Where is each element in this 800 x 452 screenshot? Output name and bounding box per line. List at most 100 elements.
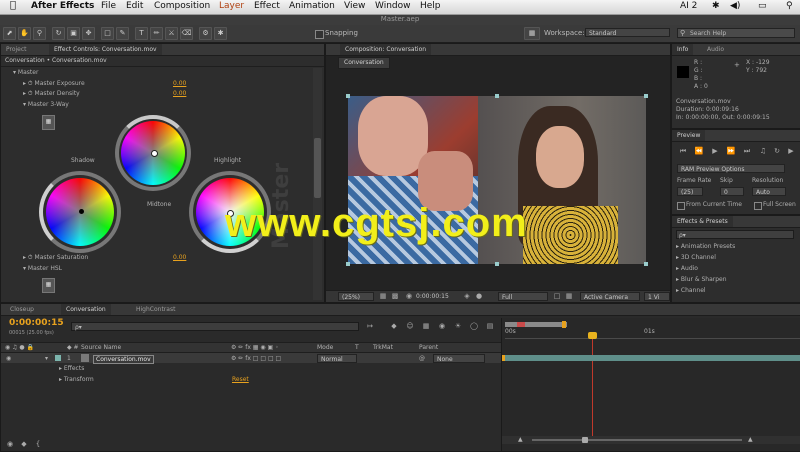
timeline-graph[interactable]: 00s 01s ▲ ▲ xyxy=(501,318,800,451)
pen-tool-icon[interactable]: ✎ xyxy=(116,27,129,40)
mute-audio-icon[interactable]: ♫ xyxy=(758,147,768,156)
timeline-search-input[interactable]: ρ▾ xyxy=(71,322,359,331)
tab-conversation[interactable]: Conversation xyxy=(61,304,111,315)
clone-stamp-tool-icon[interactable]: ⚔ xyxy=(165,27,178,40)
view-layout-select[interactable]: 1 Vi xyxy=(644,292,670,301)
grid-icon[interactable]: ▦ xyxy=(378,292,388,301)
calculator-icon[interactable]: ▦ xyxy=(42,115,55,130)
menu-help[interactable]: Help xyxy=(420,1,441,11)
brainstorm-icon[interactable]: ☀ xyxy=(453,322,463,331)
midtone-handle[interactable] xyxy=(151,150,158,157)
toggle-switches-icon[interactable]: ◉ xyxy=(5,440,15,449)
layer-row[interactable]: ◉ ▾ 1 Conversation.mov ⚙ ✏ fx □ □ □ □ No… xyxy=(1,353,501,364)
left-panel-scrollbar[interactable] xyxy=(313,68,322,300)
master-density-value[interactable]: 0.00 xyxy=(173,90,186,97)
midtone-wheel[interactable] xyxy=(121,121,185,185)
snapshot-camera-icon[interactable]: ◉ xyxy=(404,292,414,301)
layer-visibility-icon[interactable]: ◉ xyxy=(6,355,11,362)
brush-tool-icon[interactable]: ✏ xyxy=(150,27,163,40)
rectangle-tool-icon[interactable]: □ xyxy=(101,27,114,40)
parent-pickwhip-icon[interactable]: @ xyxy=(419,355,425,362)
layer-duration-bar[interactable] xyxy=(505,355,800,361)
auto-keyframe-icon[interactable]: ◯ xyxy=(469,322,479,331)
left-panel-scroll-thumb[interactable] xyxy=(314,138,321,198)
pan-behind-tool-icon[interactable]: ✥ xyxy=(82,27,95,40)
section-master-hsl[interactable]: ▾ Master HSL xyxy=(23,265,62,272)
zoom-in-icon[interactable]: ▲ xyxy=(748,436,753,443)
comp-mini-flowchart-icon[interactable]: ↦ xyxy=(365,322,375,331)
master-exposure-value[interactable]: 0.00 xyxy=(173,80,186,87)
ram-preview-icon[interactable]: ▶ xyxy=(786,147,796,156)
col-source-name[interactable]: Source Name xyxy=(81,344,121,351)
hand-tool-icon[interactable]: ✋ xyxy=(18,27,31,40)
master-saturation-value[interactable]: 0.00 xyxy=(173,254,186,261)
frame-rate-select[interactable]: (25) xyxy=(677,187,703,196)
menu-edit[interactable]: Edit xyxy=(126,1,143,11)
snapping-checkbox[interactable] xyxy=(315,30,324,39)
tab-effect-controls[interactable]: Effect Controls: Conversation.mov xyxy=(49,44,162,55)
transform-group[interactable]: ▸ Transform xyxy=(59,376,94,383)
shadow-handle[interactable] xyxy=(79,209,84,214)
transparency-grid-icon[interactable]: ▦ xyxy=(564,292,574,301)
workspace-icon[interactable]: ▦ xyxy=(524,27,540,40)
handle-tc[interactable] xyxy=(495,94,499,98)
puppet-tool-icon[interactable]: ✱ xyxy=(214,27,227,40)
rotate-tool-icon[interactable]: ↻ xyxy=(52,27,65,40)
next-frame-icon[interactable]: ⏩ xyxy=(726,147,736,156)
search-icon[interactable]: ⚲ xyxy=(786,1,793,11)
resolution-select[interactable]: Full xyxy=(498,292,548,301)
layer-mode-select[interactable]: Normal xyxy=(317,354,357,363)
selection-tool-icon[interactable]: ⬈ xyxy=(3,27,16,40)
calculator-icon-hsl[interactable]: ▦ xyxy=(42,278,55,293)
effects-item-animation-presets[interactable]: ▸ Animation Presets xyxy=(676,243,735,250)
zoom-slider-thumb[interactable] xyxy=(582,437,588,443)
play-icon[interactable]: ▶ xyxy=(710,147,720,156)
layer-label-color[interactable] xyxy=(55,355,61,361)
region-of-interest-icon[interactable]: □ xyxy=(552,292,562,301)
motion-blur-icon[interactable]: ◉ xyxy=(437,322,447,331)
toggle-in-out-icon[interactable]: { xyxy=(33,440,43,449)
tab-effects-presets[interactable]: Effects & Presets xyxy=(672,216,733,227)
type-tool-icon[interactable]: T xyxy=(135,27,148,40)
bluetooth-icon[interactable]: ✱ xyxy=(712,1,720,11)
skip-select[interactable]: 0 xyxy=(720,187,744,196)
volume-icon[interactable]: ◀) xyxy=(730,1,740,11)
frame-blending-icon[interactable]: ▦ xyxy=(421,322,431,331)
first-frame-icon[interactable]: ⏮ xyxy=(678,147,688,156)
menu-effect[interactable]: Effect xyxy=(254,1,280,11)
draft-3d-icon[interactable]: ◆ xyxy=(389,322,399,331)
handle-tr[interactable] xyxy=(644,94,648,98)
from-current-checkbox[interactable] xyxy=(677,202,685,210)
workspace-select[interactable]: Standard xyxy=(585,28,670,37)
camera-tool-icon[interactable]: ▣ xyxy=(67,27,80,40)
shadow-wheel[interactable] xyxy=(46,178,114,246)
tab-closeup[interactable]: Closeup xyxy=(5,304,39,315)
work-area-bar[interactable] xyxy=(505,322,567,327)
comp-sub-tab[interactable]: Conversation xyxy=(338,57,390,69)
ram-preview-options-select[interactable]: RAM Preview Options xyxy=(677,164,785,173)
section-master-3way[interactable]: ▾ Master 3-Way xyxy=(23,101,69,108)
prev-frame-icon[interactable]: ⏪ xyxy=(694,147,704,156)
current-time-indicator[interactable] xyxy=(592,333,593,438)
handle-br[interactable] xyxy=(644,262,648,266)
roto-brush-tool-icon[interactable]: ⚙ xyxy=(199,27,212,40)
menu-composition[interactable]: Composition xyxy=(154,1,210,11)
menu-file[interactable]: File xyxy=(101,1,116,11)
handle-bc[interactable] xyxy=(495,262,499,266)
handle-bl[interactable] xyxy=(346,262,350,266)
col-t[interactable]: T xyxy=(355,344,359,351)
full-screen-checkbox[interactable] xyxy=(754,202,762,210)
handle-tl[interactable] xyxy=(346,94,350,98)
layer-expand-icon[interactable]: ▾ xyxy=(45,355,48,362)
tab-info[interactable]: Info xyxy=(672,44,694,55)
transform-reset-link[interactable]: Reset xyxy=(232,376,249,383)
playhead-handle[interactable] xyxy=(588,332,597,339)
graph-editor-icon[interactable]: ▤ xyxy=(485,322,495,331)
camera-select[interactable]: Active Camera xyxy=(580,292,640,301)
tab-audio[interactable]: Audio xyxy=(702,44,729,55)
work-area-end[interactable] xyxy=(562,321,566,328)
menu-layer[interactable]: Layer xyxy=(219,1,244,11)
zoom-tool-icon[interactable]: ⚲ xyxy=(33,27,46,40)
layer-switches[interactable]: ⚙ ✏ fx □ □ □ □ xyxy=(231,355,281,362)
section-master[interactable]: ▾ Master xyxy=(13,69,38,76)
